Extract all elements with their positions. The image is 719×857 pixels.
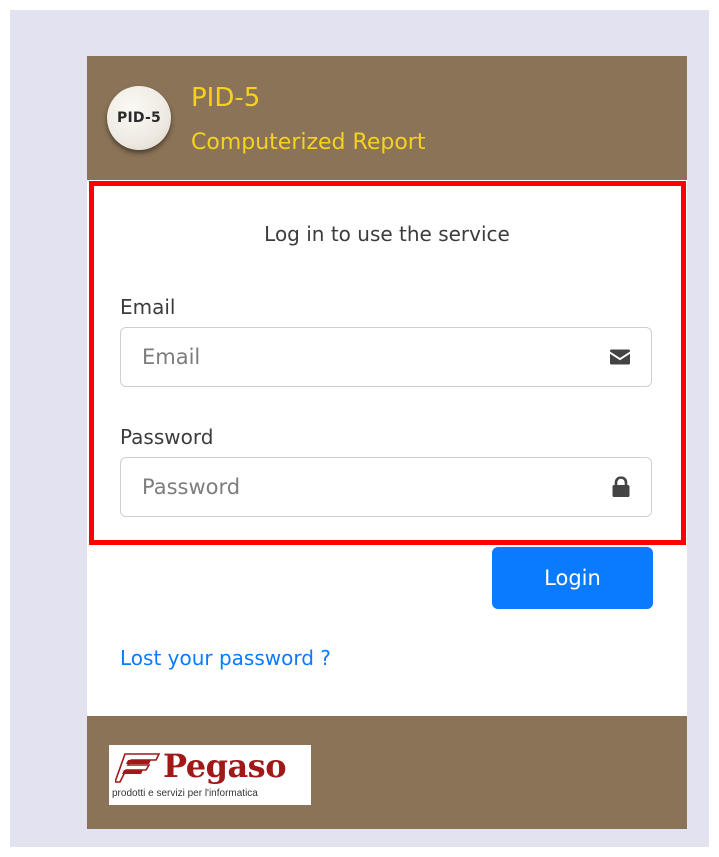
pegaso-mark-icon [115,753,161,783]
lost-password-link[interactable]: Lost your password ? [120,643,331,673]
app-subtitle: Computerized Report [191,130,426,155]
pegaso-tagline: prodotti e servizi per l'informatica [112,788,258,799]
app-logo-text: PID-5 [117,110,161,126]
login-button[interactable]: Login [492,547,653,609]
app-title: PID-5 [191,83,261,113]
app-logo: PID-5 [107,86,171,150]
pegaso-logo: Pegaso prodotti e servizi per l'informat… [109,745,311,805]
highlight-box [89,181,686,545]
pegaso-name: Pegaso [163,747,287,785]
app-header: PID-5 PID-5 Computerized Report [87,56,687,180]
app-footer: Pegaso prodotti e servizi per l'informat… [87,716,687,829]
